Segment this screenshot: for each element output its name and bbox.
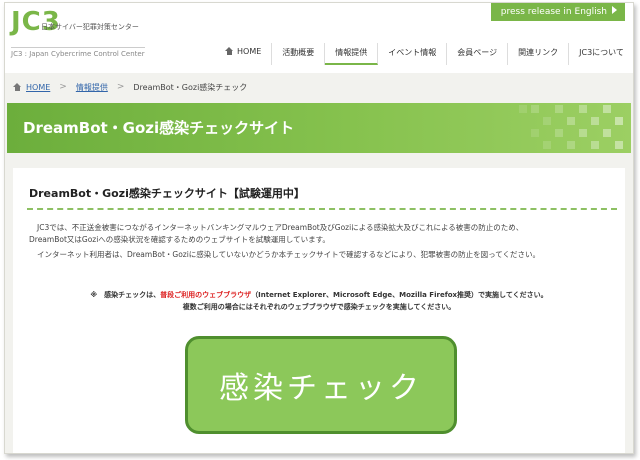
home-icon <box>225 47 234 55</box>
browser-note-line-2: 複数ご利用の場合にはそれぞれのウェブブラウザで感染チェックを実施してください。 <box>182 303 456 311</box>
press-release-label: press release in English <box>500 7 607 17</box>
main-content: DreamBot・Gozi感染チェックサイト【試験運用中】 JC3では、不正送金… <box>13 168 625 453</box>
main-nav: HOME 活動概要 情報提供 イベント情報 会員ページ 関連リンク JC3につい… <box>215 43 633 65</box>
section-divider <box>27 208 617 210</box>
infection-check-button[interactable]: 感染チェック <box>185 336 457 434</box>
nav-item-label: 関連リンク <box>518 48 559 57</box>
nav-item-label: 会員ページ <box>457 48 498 57</box>
note-highlight: 普段ご利用のウェブブラウザ <box>160 291 252 299</box>
page-banner: DreamBot・Gozi感染チェックサイト <box>7 103 631 153</box>
nav-item-links[interactable]: 関連リンク <box>508 43 570 65</box>
browser-frame: JC3 日本サイバー犯罪対策センター JC3 : Japan Cybercrim… <box>4 2 634 454</box>
nav-item-events[interactable]: イベント情報 <box>378 43 448 65</box>
browser-note-line-1: ※ 感染チェックは、普段ご利用のウェブブラウザ（Internet Explore… <box>13 290 625 300</box>
section-title: DreamBot・Gozi感染チェックサイト【試験運用中】 <box>29 187 305 200</box>
site-header: JC3 日本サイバー犯罪対策センター JC3 : Japan Cybercrim… <box>5 3 633 73</box>
chevron-right-icon: > <box>59 82 67 92</box>
chevron-right-icon: > <box>116 82 125 92</box>
nav-item-activities[interactable]: 活動概要 <box>272 43 326 65</box>
note-prefix: ※ 感染チェックは、 <box>90 291 161 299</box>
home-icon <box>13 83 22 91</box>
breadcrumb-home-link[interactable]: HOME <box>26 83 50 92</box>
arrow-right-icon <box>612 6 617 14</box>
nav-item-about[interactable]: JC3について <box>569 43 633 65</box>
nav-item-label: 情報提供 <box>335 48 368 57</box>
nav-item-label: HOME <box>237 47 262 56</box>
nav-item-label: イベント情報 <box>388 48 437 57</box>
note-suffix: （Internet Explorer、Microsoft Edge、Mozill… <box>251 291 548 299</box>
breadcrumb: HOME > 情報提供 > DreamBot・Gozi感染チェック <box>5 79 633 95</box>
intro-paragraph-line-1: JC3では、不正送金被害につながるインターネットバンキングマルウェアDreamB… <box>37 223 524 232</box>
logo-subtitle-en: JC3 : Japan Cybercrime Control Center <box>11 47 145 58</box>
breadcrumb-information-link[interactable]: 情報提供 <box>76 82 108 93</box>
intro-paragraph-line-3: インターネット利用者は、DreamBot・Goziに感染していないかどうか本チェ… <box>37 250 541 259</box>
jc3-logo[interactable]: JC3 日本サイバー犯罪対策センター JC3 : Japan Cybercrim… <box>11 9 145 58</box>
nav-item-label: JC3について <box>579 48 624 57</box>
page-title: DreamBot・Gozi感染チェックサイト <box>23 119 295 137</box>
nav-item-members[interactable]: 会員ページ <box>447 43 509 65</box>
nav-item-information[interactable]: 情報提供 <box>325 43 379 65</box>
nav-item-home[interactable]: HOME <box>215 43 273 65</box>
breadcrumb-current: DreamBot・Gozi感染チェック <box>133 82 248 92</box>
nav-item-label: 活動概要 <box>282 48 315 57</box>
banner-pattern-decoration <box>519 105 623 149</box>
press-release-english-link[interactable]: press release in English <box>490 3 625 21</box>
infection-check-label: 感染チェック <box>219 371 423 406</box>
intro-paragraph-line-2: DreamBot又はGoziへの感染状況を確認するためのウェブサイトを試験運用し… <box>29 235 330 244</box>
logo-subtitle-jp: 日本サイバー犯罪対策センター <box>41 23 139 31</box>
